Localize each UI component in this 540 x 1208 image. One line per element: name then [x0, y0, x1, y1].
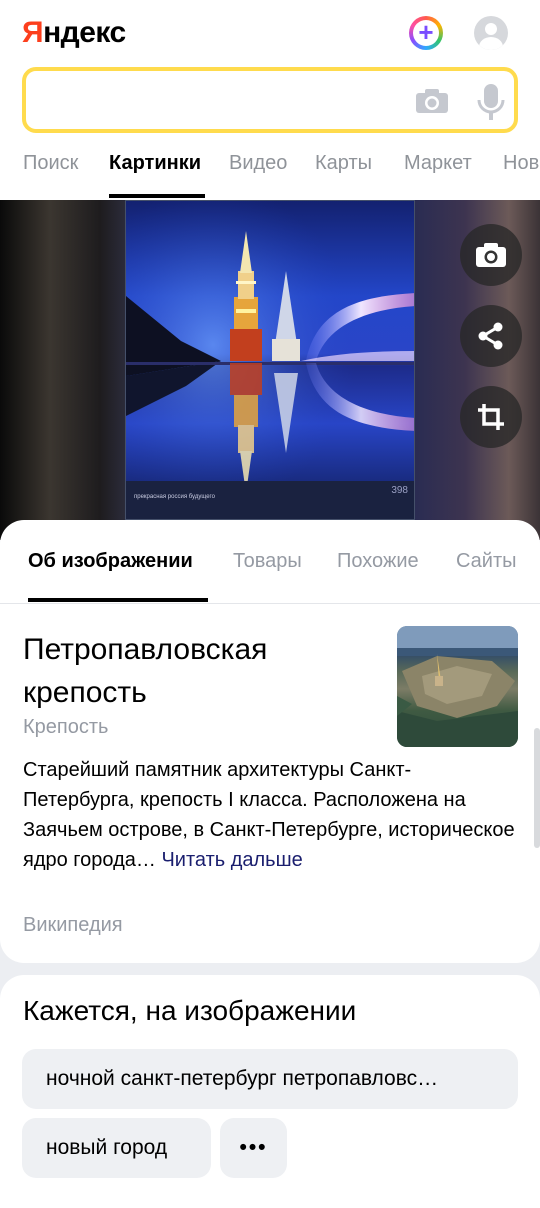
active-tab-indicator	[109, 194, 205, 198]
header: Яндекс Поиск Картинки Видео Карты Маркет…	[0, 0, 540, 200]
search-input[interactable]	[42, 85, 402, 115]
night-city-illustration	[126, 201, 414, 519]
image-number: 398	[391, 485, 408, 496]
tab-about-image[interactable]: Об изображении	[28, 550, 193, 573]
image-caption: прекрасная россия будущего	[134, 494, 215, 500]
scrollbar[interactable]	[534, 728, 540, 848]
tab-search[interactable]: Поиск	[23, 152, 78, 175]
tab-market[interactable]: Маркет	[404, 152, 472, 175]
entity-description: Старейший памятник архитектуры Санкт-Пет…	[23, 755, 518, 875]
image-viewer[interactable]: прекрасная россия будущего 398	[0, 200, 540, 540]
tab-video[interactable]: Видео	[229, 152, 287, 175]
yandex-logo[interactable]: Яндекс	[22, 16, 126, 50]
read-more-link[interactable]: Читать дальше	[161, 849, 302, 871]
camera-search-icon[interactable]	[415, 88, 449, 114]
entity-thumbnail[interactable]	[397, 626, 518, 747]
microphone-icon[interactable]	[476, 83, 506, 121]
active-info-tab-indicator	[28, 598, 208, 602]
info-tabs: Об изображении Товары Похожие Сайты	[0, 520, 540, 604]
share-icon	[478, 322, 503, 350]
more-chips-button[interactable]: •••	[220, 1118, 287, 1178]
image-info-card: Об изображении Товары Похожие Сайты Петр…	[0, 520, 540, 963]
camera-button[interactable]	[460, 224, 522, 286]
tab-images[interactable]: Картинки	[109, 152, 201, 175]
crop-button[interactable]	[460, 386, 522, 448]
avatar[interactable]	[474, 16, 508, 50]
blurred-background-left	[0, 200, 125, 540]
logo-rest: ндекс	[43, 16, 126, 49]
camera-icon	[476, 243, 506, 267]
tab-maps[interactable]: Карты	[315, 152, 372, 175]
entity-subtitle: Крепость	[23, 716, 109, 738]
search-tabs: Поиск Картинки Видео Карты Маркет Нов	[0, 146, 540, 200]
crop-icon	[478, 404, 504, 430]
query-chip-1[interactable]: ночной санкт-петербург петропавловс…	[22, 1049, 518, 1109]
share-button[interactable]	[460, 305, 522, 367]
yandex-plus-icon[interactable]	[409, 16, 443, 50]
fortress-aerial-illustration	[397, 626, 518, 747]
tab-news[interactable]: Нов	[503, 152, 539, 175]
tab-similar[interactable]: Похожие	[337, 550, 419, 573]
seems-title: Кажется, на изображении	[23, 995, 357, 1026]
source-label[interactable]: Википедия	[23, 914, 123, 937]
tab-sites[interactable]: Сайты	[456, 550, 517, 573]
main-image[interactable]: прекрасная россия будущего 398	[125, 200, 415, 520]
query-chip-2[interactable]: новый город	[22, 1118, 211, 1178]
search-box[interactable]	[22, 67, 518, 133]
entity-title[interactable]: Петропавловская крепость	[23, 628, 373, 714]
seems-card: Кажется, на изображении ночной санкт-пет…	[0, 975, 540, 1208]
tab-products[interactable]: Товары	[233, 550, 302, 573]
